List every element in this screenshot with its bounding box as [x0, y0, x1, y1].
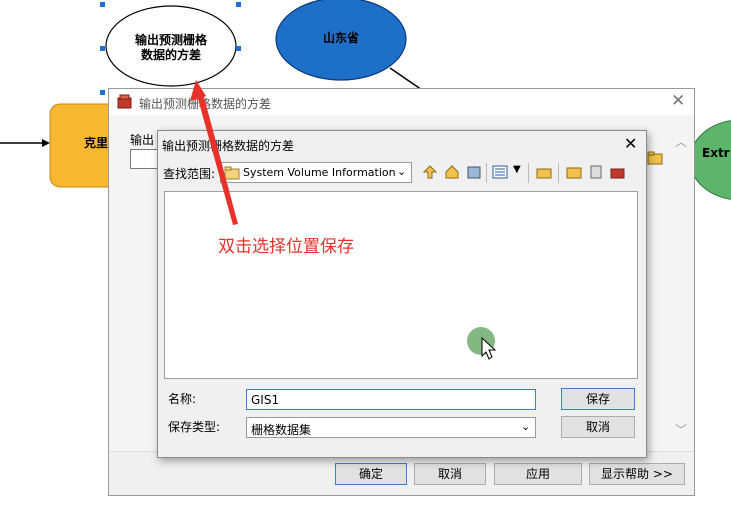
mouse-cursor-icon	[467, 327, 497, 360]
annotation-arrow	[190, 80, 238, 225]
annotation-text: 双击选择位置保存	[218, 237, 354, 257]
